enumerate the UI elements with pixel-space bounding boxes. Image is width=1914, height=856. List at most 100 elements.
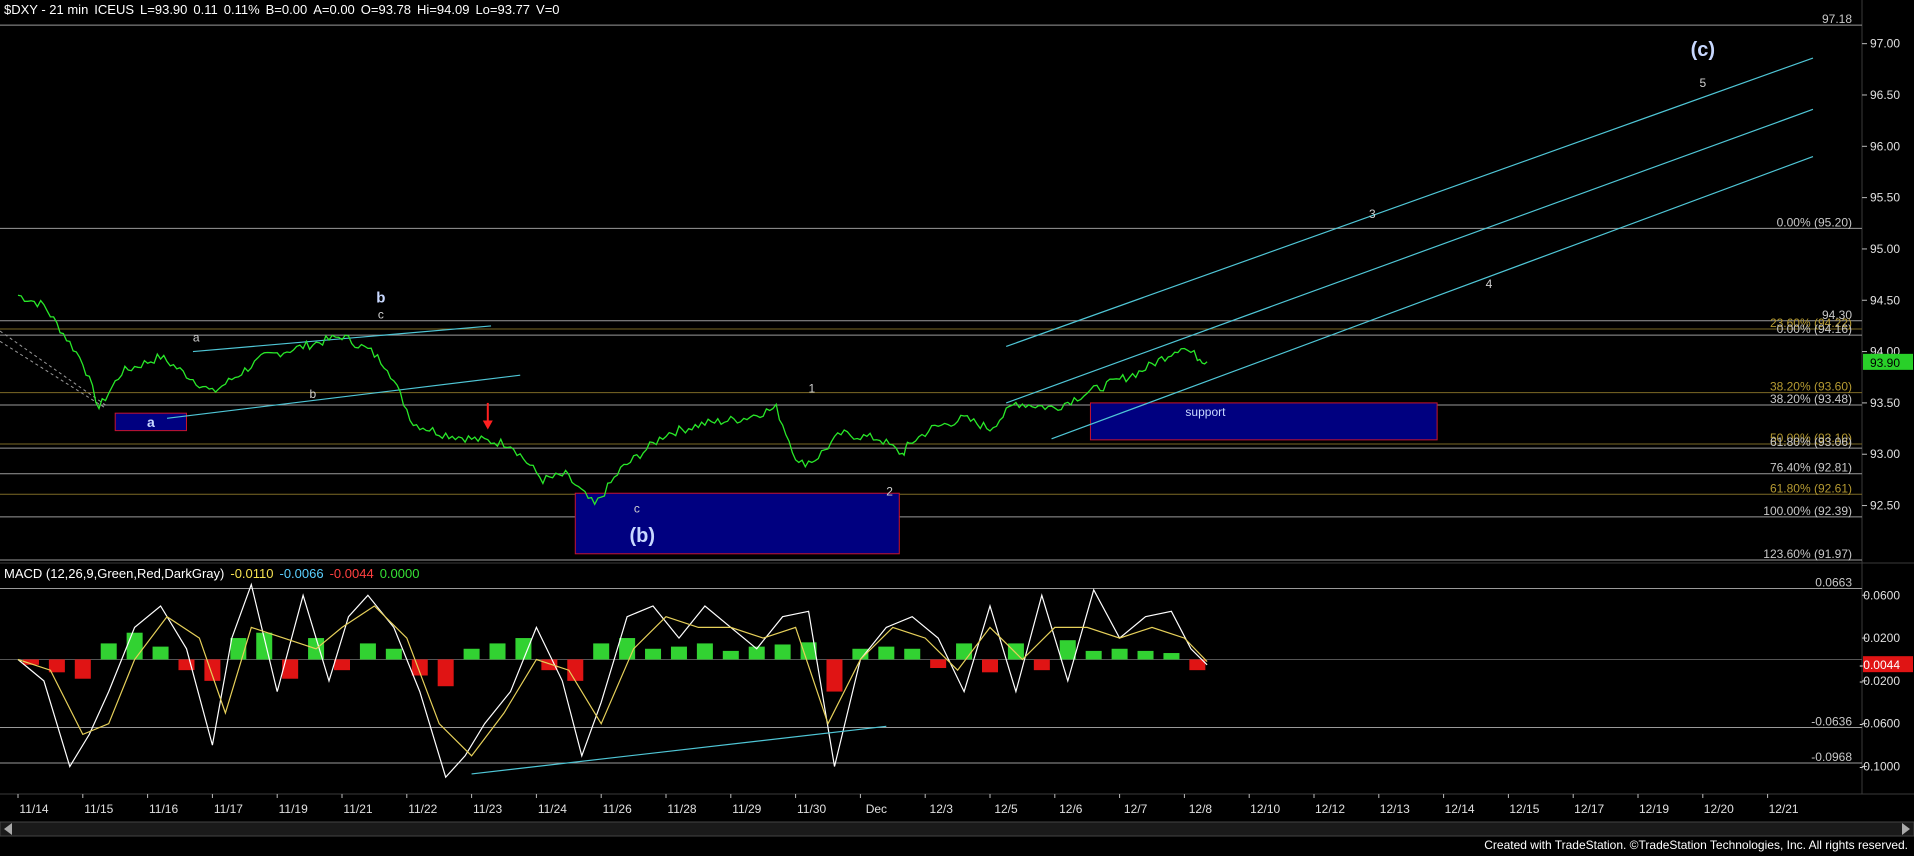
x-axis-label: 12/7 bbox=[1124, 802, 1148, 816]
wave-label: c bbox=[378, 308, 384, 322]
zone-box-label: support bbox=[1185, 405, 1226, 419]
wave-label: b bbox=[309, 387, 316, 401]
macd-histogram-bar bbox=[904, 648, 921, 660]
x-axis-label: 12/20 bbox=[1704, 802, 1734, 816]
macd-histogram-bar bbox=[670, 646, 687, 660]
macd-histogram-bar bbox=[1111, 648, 1128, 660]
macd-axis-label: -0.1000 bbox=[1859, 759, 1900, 773]
x-axis-label: 11/28 bbox=[667, 802, 696, 816]
macd-histogram-bar bbox=[696, 643, 713, 660]
macd-histogram-bar bbox=[48, 659, 65, 673]
x-axis-label: 12/19 bbox=[1639, 802, 1669, 816]
macd-histogram-bar bbox=[930, 659, 947, 669]
trend-line bbox=[1005, 108, 1814, 404]
fib-level-label: 0.00% (94.16) bbox=[1777, 322, 1852, 336]
price-axis-label: 93.00 bbox=[1870, 447, 1900, 461]
fib-level-label: 97.18 bbox=[1822, 12, 1852, 26]
x-axis-label: 11/19 bbox=[279, 802, 308, 816]
macd-histogram-bar bbox=[619, 638, 636, 660]
macd-histogram-bar bbox=[515, 638, 532, 660]
macd-histogram-bar bbox=[489, 643, 506, 660]
x-axis-label: 12/3 bbox=[930, 802, 954, 816]
fib-level-label: 61.80% (92.61) bbox=[1770, 481, 1852, 495]
macd-histogram-bar bbox=[359, 643, 376, 660]
price-axis-label: 93.50 bbox=[1870, 396, 1900, 410]
x-axis-label: 12/8 bbox=[1189, 802, 1213, 816]
fib-level-label: 0.00% (95.20) bbox=[1777, 215, 1852, 229]
x-axis-label: 11/15 bbox=[84, 802, 113, 816]
macd-trend-line bbox=[471, 725, 887, 775]
price-axis-label: 95.00 bbox=[1870, 242, 1900, 256]
macd-histogram-bar bbox=[204, 659, 221, 681]
x-axis-label: 12/10 bbox=[1250, 802, 1280, 816]
macd-histogram-bar bbox=[230, 638, 247, 660]
price-axis-label: 92.50 bbox=[1870, 499, 1900, 513]
fib-level-label: 100.00% (92.39) bbox=[1763, 504, 1852, 518]
chart-window: $DXY - 21 min ICEUS L=93.90 0.11 0.11% B=0.00… bbox=[0, 0, 1914, 856]
macd-histogram-bar bbox=[826, 659, 843, 692]
macd-level-label: 0.0663 bbox=[1815, 576, 1852, 590]
macd-histogram-bar bbox=[982, 659, 998, 673]
macd-axis-label: 0.0600 bbox=[1863, 588, 1900, 602]
x-axis-label: 11/14 bbox=[19, 802, 48, 816]
macd-level-label: -0.0968 bbox=[1811, 750, 1852, 764]
macd-histogram-bar bbox=[385, 648, 402, 660]
macd-line bbox=[17, 582, 1208, 779]
x-axis-label: 12/21 bbox=[1769, 802, 1799, 816]
zone-box-label: (b) bbox=[630, 525, 656, 547]
dotted-line bbox=[0, 330, 106, 406]
macd-histogram-bar bbox=[152, 646, 169, 660]
price-axis-label: 96.00 bbox=[1870, 139, 1900, 153]
macd-histogram-bar bbox=[334, 659, 350, 671]
macd-histogram-bar bbox=[1033, 659, 1050, 671]
x-axis-label: 12/14 bbox=[1445, 802, 1475, 816]
wave-label: 2 bbox=[886, 484, 893, 498]
credit-text: Created with TradeStation. ©TradeStation… bbox=[1484, 838, 1908, 852]
wave-label: a bbox=[193, 330, 200, 344]
macd-histogram-bar bbox=[1059, 640, 1076, 660]
price-axis-label: 95.50 bbox=[1870, 191, 1900, 205]
wave-label: 4 bbox=[1486, 277, 1493, 291]
macd-histogram-bar bbox=[774, 644, 791, 660]
macd-histogram-bar bbox=[437, 659, 454, 687]
zone-box bbox=[574, 492, 900, 555]
macd-histogram-bar bbox=[722, 650, 739, 660]
x-axis-label: 12/5 bbox=[994, 802, 1018, 816]
macd-histogram-bar bbox=[645, 648, 662, 660]
signal-line bbox=[17, 605, 1208, 757]
wave-label: 1 bbox=[808, 382, 815, 396]
x-axis-label: 12/6 bbox=[1059, 802, 1083, 816]
trend-line bbox=[166, 374, 521, 419]
fib-level-label: 123.60% (91.97) bbox=[1763, 547, 1852, 561]
x-axis-label: 11/21 bbox=[343, 802, 372, 816]
wave-label: c bbox=[634, 502, 640, 516]
macd-histogram-bar bbox=[1085, 650, 1102, 660]
price-axis-label: 96.50 bbox=[1870, 88, 1900, 102]
macd-histogram-bar bbox=[1163, 653, 1180, 660]
fib-level-label: 38.20% (93.48) bbox=[1770, 392, 1852, 406]
macd-histogram-bar bbox=[463, 648, 480, 660]
price-axis-label: 94.50 bbox=[1870, 293, 1900, 307]
scrollbar-track bbox=[0, 821, 1914, 837]
macd-last-label: -0.0044 bbox=[1859, 658, 1900, 672]
macd-level-label: -0.0636 bbox=[1811, 715, 1852, 729]
x-axis-label: 11/30 bbox=[797, 802, 826, 816]
macd-histogram-bar bbox=[126, 632, 143, 660]
x-axis-label: 11/17 bbox=[214, 802, 243, 816]
red-arrow-head bbox=[482, 420, 493, 430]
price-panel: 97.180.00% (95.20)94.3023.60% (94.22)0.0… bbox=[0, 12, 1913, 561]
zone-box bbox=[1089, 402, 1438, 441]
macd-histogram-bar bbox=[567, 659, 584, 681]
macd-histogram-bar bbox=[100, 643, 117, 660]
wave-label: 3 bbox=[1369, 207, 1376, 221]
x-axis-label: 11/26 bbox=[603, 802, 632, 816]
zone-box-label: a bbox=[147, 414, 155, 430]
macd-histogram-bar bbox=[74, 659, 91, 679]
dotted-line bbox=[0, 340, 106, 409]
x-axis-label: 12/13 bbox=[1380, 802, 1410, 816]
x-axis-label: 11/22 bbox=[408, 802, 437, 816]
fib-level-label: 61.80% (93.06) bbox=[1770, 435, 1852, 449]
price-axis-label: 97.00 bbox=[1870, 37, 1900, 51]
price-series-line bbox=[17, 294, 1208, 506]
x-axis-label: 12/15 bbox=[1509, 802, 1539, 816]
